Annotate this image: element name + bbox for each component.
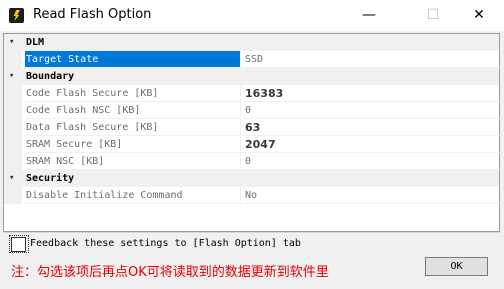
- property-value[interactable]: SSD: [242, 51, 502, 68]
- property-name[interactable]: Code Flash NSC [KB]: [25, 102, 241, 119]
- feedback-checkbox[interactable]: [11, 237, 26, 252]
- row-gutter: [4, 136, 22, 153]
- property-name[interactable]: SRAM NSC [KB]: [25, 153, 241, 170]
- property-name[interactable]: Target State: [25, 51, 241, 68]
- feedback-checkbox-label[interactable]: Feedback these settings to [Flash Option…: [30, 238, 301, 249]
- close-button[interactable]: ✕: [456, 0, 502, 31]
- property-value[interactable]: No: [242, 187, 502, 204]
- collapse-icon[interactable]: ▾: [9, 68, 14, 85]
- property-row-sram-nsc[interactable]: SRAM NSC [KB] 0: [4, 153, 502, 170]
- collapse-icon[interactable]: ▾: [9, 170, 14, 187]
- property-name[interactable]: Code Flash Secure [KB]: [25, 85, 241, 102]
- property-grid: ▾ DLM Target State SSD ▾ Boundary Code F…: [3, 33, 502, 232]
- property-name[interactable]: SRAM Secure [KB]: [25, 136, 241, 153]
- divider: [3, 232, 500, 233]
- row-gutter: [4, 85, 22, 102]
- category-dlm[interactable]: ▾ DLM: [4, 34, 499, 51]
- row-gutter: [4, 153, 22, 170]
- row-gutter: [4, 119, 22, 136]
- collapse-icon[interactable]: ▾: [9, 34, 14, 51]
- category-label: Boundary: [26, 71, 75, 82]
- category-boundary[interactable]: ▾ Boundary: [4, 68, 499, 85]
- property-value[interactable]: 2047: [242, 136, 502, 153]
- category-security[interactable]: ▾ Security: [4, 170, 499, 187]
- row-gutter: [4, 102, 22, 119]
- category-label: DLM: [26, 37, 45, 48]
- window-title: Read Flash Option: [33, 7, 152, 22]
- property-value[interactable]: 0: [242, 102, 502, 119]
- title-bar: Read Flash Option — ☐ ✕: [0, 0, 504, 31]
- property-row-disable-initialize[interactable]: Disable Initialize Command No: [4, 187, 502, 204]
- property-name[interactable]: Disable Initialize Command: [25, 187, 241, 204]
- property-value[interactable]: 63: [242, 119, 502, 136]
- property-row-data-flash-secure[interactable]: Data Flash Secure [KB] 63: [4, 119, 502, 136]
- ok-button[interactable]: OK: [425, 257, 488, 276]
- property-row-code-flash-nsc[interactable]: Code Flash NSC [KB] 0: [4, 102, 502, 119]
- maximize-button: ☐: [426, 7, 440, 23]
- property-value[interactable]: 0: [242, 153, 502, 170]
- note-text: 注：勾选该项后再点OK可将读取到的数据更新到软件里: [11, 265, 329, 280]
- property-row-sram-secure[interactable]: SRAM Secure [KB] 2047: [4, 136, 502, 153]
- property-value[interactable]: 16383: [242, 85, 502, 102]
- row-gutter: [4, 187, 22, 204]
- minimize-button[interactable]: —: [346, 0, 392, 31]
- property-name[interactable]: Data Flash Secure [KB]: [25, 119, 241, 136]
- app-logo-icon: [9, 8, 24, 23]
- property-row-code-flash-secure[interactable]: Code Flash Secure [KB] 16383: [4, 85, 502, 102]
- property-row-target-state[interactable]: Target State SSD: [4, 51, 502, 68]
- row-gutter: [4, 51, 22, 68]
- category-label: Security: [26, 173, 75, 184]
